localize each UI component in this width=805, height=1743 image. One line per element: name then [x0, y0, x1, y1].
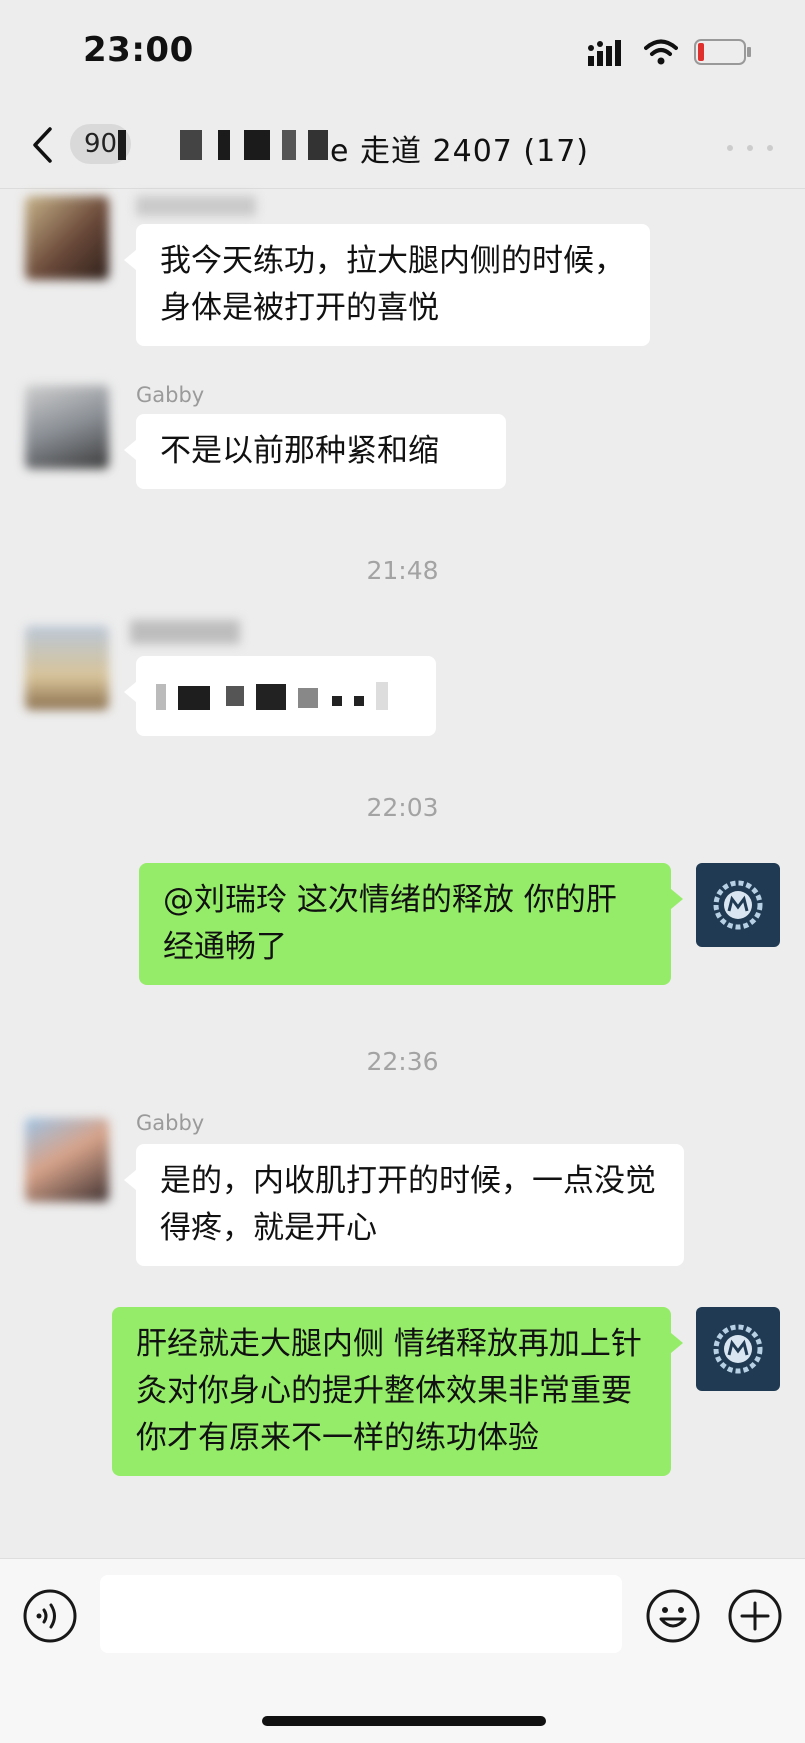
timestamp: 22:36 [366, 1047, 439, 1076]
message-text: @刘瑞玲 这次情绪的释放 你的肝经通畅了 [163, 882, 617, 965]
chevron-left-icon[interactable] [30, 125, 56, 165]
lotus-logo-icon [713, 1324, 763, 1374]
lotus-logo-icon [713, 880, 763, 930]
self-avatar[interactable] [696, 1307, 780, 1391]
message-bubble[interactable]: 肝经就走大腿内侧 情绪释放再加上针灸对你身心的提升整体效果非常重要 你才有原来不… [112, 1307, 683, 1476]
status-time: 23:00 [83, 30, 194, 70]
sender-name: Gabby [136, 383, 205, 407]
avatar[interactable] [25, 385, 109, 469]
plus-icon[interactable] [727, 1588, 783, 1644]
signal-icon [588, 40, 621, 66]
self-avatar[interactable] [696, 863, 780, 947]
message-bubble[interactable]: 我今天练功，拉大腿内侧的时候，身体是被打开的喜悦 [124, 224, 650, 346]
more-icon[interactable] [720, 138, 780, 158]
chat-header: 90 e 走道 2407 (17) [0, 108, 805, 189]
message-text: 是的，内收肌打开的时候，一点没觉得疼，就是开心 [160, 1163, 656, 1246]
redaction-blocks [156, 682, 388, 710]
input-bar [0, 1558, 805, 1743]
timestamp: 22:03 [366, 793, 439, 822]
message-bubble-redacted[interactable] [124, 656, 436, 736]
home-indicator [262, 1716, 546, 1726]
avatar[interactable] [25, 626, 109, 710]
status-bar: 23:00 [0, 0, 805, 108]
timestamp: 21:48 [366, 556, 439, 585]
avatar[interactable] [25, 196, 109, 280]
chat-title: e 走道 2407 (17) [330, 134, 589, 169]
message-text: 肝经就走大腿内侧 情绪释放再加上针灸对你身心的提升整体效果非常重要 你才有原来不… [136, 1326, 642, 1456]
sender-name: Gabby [136, 1111, 205, 1135]
message-bubble[interactable]: @刘瑞玲 这次情绪的释放 你的肝经通畅了 [139, 863, 683, 985]
message-bubble[interactable]: 不是以前那种紧和缩 [124, 414, 506, 489]
message-text: 我今天练功，拉大腿内侧的时候，身体是被打开的喜悦 [160, 243, 625, 326]
message-text: 不是以前那种紧和缩 [160, 433, 439, 469]
wifi-icon [644, 39, 678, 65]
sender-name-redacted [130, 620, 240, 644]
sender-name-redacted [136, 196, 256, 216]
voice-icon[interactable] [22, 1588, 78, 1644]
avatar[interactable] [25, 1118, 109, 1202]
emoji-icon[interactable] [645, 1588, 701, 1644]
message-input[interactable] [100, 1575, 622, 1653]
battery-low-icon [694, 39, 751, 65]
message-bubble[interactable]: 是的，内收肌打开的时候，一点没觉得疼，就是开心 [124, 1144, 684, 1266]
